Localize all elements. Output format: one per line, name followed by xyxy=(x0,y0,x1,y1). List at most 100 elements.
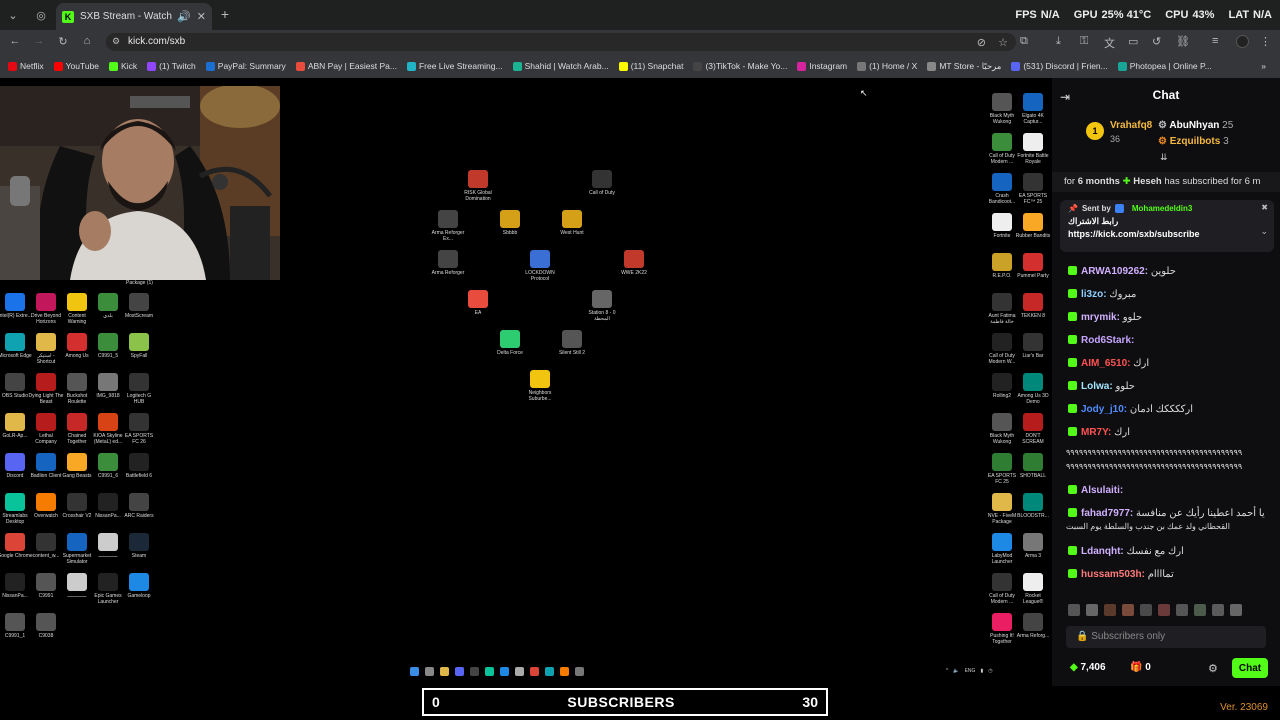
bookmark-item[interactable]: (1) Twitch xyxy=(147,61,196,71)
desktop-icon[interactable]: EA SPORTS FC 26 xyxy=(121,413,157,445)
desktop-icon[interactable]: EA xyxy=(460,290,496,316)
desktop-icon[interactable]: Call of Duty xyxy=(584,170,620,196)
bookmark-star-icon[interactable]: ☆ xyxy=(998,36,1008,49)
tray-chevron-icon[interactable]: ^ xyxy=(946,668,948,674)
desktop-icon[interactable]: SpyFall xyxy=(121,333,157,359)
emote-icon[interactable] xyxy=(1194,604,1206,616)
chat-username[interactable]: Alsulaiti: xyxy=(1081,485,1123,496)
more-bookmarks-icon[interactable]: » xyxy=(1261,61,1266,71)
app-icon[interactable] xyxy=(470,666,479,676)
expand-pinned-icon[interactable]: ⌄ xyxy=(1260,226,1268,237)
bookmark-item[interactable]: Free Live Streaming... xyxy=(406,61,503,71)
desktop-icon[interactable]: Sbbbb xyxy=(492,210,528,236)
app4-icon[interactable] xyxy=(560,666,569,676)
tray-volume-icon[interactable]: 🔈 xyxy=(953,668,959,674)
chat-username[interactable]: Lolwa: xyxy=(1081,381,1113,392)
bookmark-item[interactable]: Netflix xyxy=(8,61,44,71)
desktop-icon[interactable]: DON'T SCREAM xyxy=(1015,413,1051,445)
send-chat-button[interactable]: Chat xyxy=(1232,658,1268,678)
desktop-icon[interactable]: Steam xyxy=(121,533,157,559)
chat-username[interactable]: AIM_6510: xyxy=(1081,358,1130,369)
emote-icon[interactable] xyxy=(1068,604,1080,616)
forward-icon[interactable]: → xyxy=(32,35,46,47)
bookmark-item[interactable]: (1) Home / X xyxy=(857,61,917,71)
emote-icon[interactable] xyxy=(1212,604,1224,616)
emote-icon[interactable] xyxy=(1176,604,1188,616)
leaderboard-entry-2[interactable]: ⚙ AbuNhyan 25 xyxy=(1158,120,1233,131)
desktop-icon[interactable]: Pummel Party xyxy=(1015,253,1051,279)
bookmark-item[interactable]: YouTube xyxy=(53,61,99,71)
desktop-icon[interactable]: Liar's Bar xyxy=(1015,333,1051,359)
bookmark-item[interactable]: ABN Pay | Easiest Pa... xyxy=(295,61,397,71)
chat-username[interactable]: li3zo: xyxy=(1081,289,1107,300)
desktop-icon[interactable]: Delta Force xyxy=(492,330,528,356)
tab-list-icon[interactable]: ⌄ xyxy=(6,8,20,22)
chat-input[interactable]: 🔒 Subscribers only xyxy=(1066,626,1266,648)
emote-icon[interactable] xyxy=(1086,604,1098,616)
extensions-icon[interactable]: ⧉ xyxy=(1020,35,1028,48)
desktop-icon[interactable]: Neighbors Suburbe... xyxy=(522,370,558,402)
bookmark-item[interactable]: MT Store - مرحبًا xyxy=(927,61,1001,72)
chat-username[interactable]: ARWA109262: xyxy=(1081,266,1148,277)
desktop-icon[interactable]: TEKKEN 8 xyxy=(1015,293,1051,319)
link-icon[interactable]: ⛓ xyxy=(1176,35,1190,48)
site-info-icon[interactable]: ⚙ xyxy=(112,36,120,47)
desktop-icon[interactable]: Station 8 - 0 المحطة xyxy=(584,290,620,322)
desktop-icon[interactable]: Gameloop xyxy=(121,573,157,599)
leaderboard-entry-3[interactable]: ⚙ Ezquilbots 3 xyxy=(1158,136,1229,147)
eye-off-icon[interactable]: ⊘ xyxy=(977,36,986,49)
download-icon[interactable]: ⤓ xyxy=(1056,35,1061,48)
desktop-icon[interactable]: Battlefield 6 xyxy=(121,453,157,479)
edge-taskbar-icon[interactable] xyxy=(545,666,554,676)
desktop-icon[interactable]: Arma Reforger xyxy=(430,250,466,276)
chat-username[interactable]: Rod6Stark: xyxy=(1081,335,1134,346)
home-icon[interactable]: ⌂ xyxy=(80,35,94,47)
desktop-icon[interactable]: BLOODSTR... xyxy=(1015,493,1051,519)
desktop-icon[interactable]: Arma 3 xyxy=(1015,533,1051,559)
chat-username[interactable]: mrymik: xyxy=(1081,312,1120,323)
desktop-icon[interactable]: Rocket League® xyxy=(1015,573,1051,605)
bookmark-item[interactable]: PayPal: Summary xyxy=(205,61,286,71)
bookmark-item[interactable]: Instagram xyxy=(797,61,847,71)
bookmark-item[interactable]: (11) Snapchat xyxy=(618,61,683,71)
chat-username[interactable]: MR7Y: xyxy=(1081,427,1111,438)
reload-icon[interactable]: ↻ xyxy=(56,35,70,48)
new-tab-icon[interactable]: + xyxy=(218,6,232,22)
reading-list-icon[interactable]: ≡ xyxy=(1212,35,1218,47)
chat-username[interactable]: hussam503h: xyxy=(1081,569,1145,580)
close-tab-icon[interactable]: ✕ xyxy=(197,10,206,23)
expand-leaderboard-icon[interactable]: ⇊ xyxy=(1160,152,1168,163)
tab-active[interactable]: K SXB Stream - Watch Live on 🔊 ✕ xyxy=(56,3,212,30)
explorer-icon[interactable] xyxy=(440,666,449,676)
desktop-icon[interactable]: Silent Still 2 xyxy=(554,330,590,356)
app3-icon[interactable] xyxy=(515,666,524,676)
desktop-icon[interactable]: Fortnite Battle Royale xyxy=(1015,133,1051,165)
app2-icon[interactable] xyxy=(500,666,509,676)
translate-icon[interactable]: 文 xyxy=(1104,35,1115,51)
start-icon[interactable] xyxy=(410,666,419,676)
desktop-icon[interactable]: SHOTBALL xyxy=(1015,453,1051,479)
kicks-balance[interactable]: ◆ 7,406 xyxy=(1070,662,1106,673)
tray-clock-icon[interactable]: ◷ xyxy=(988,668,992,674)
bookmark-item[interactable]: Shahid | Watch Arab... xyxy=(512,61,609,71)
profile-avatar[interactable] xyxy=(1236,35,1249,48)
desktop-icon[interactable]: ARC Raiders xyxy=(121,493,157,519)
chat-username[interactable]: Ldanqht: xyxy=(1081,546,1124,557)
desktop-icon[interactable]: Rubber Bandits xyxy=(1015,213,1051,239)
history-icon[interactable]: ↺ xyxy=(1152,35,1161,48)
desktop-icon[interactable]: EA SPORTS FC™ 25 xyxy=(1015,173,1051,205)
emote-icon[interactable] xyxy=(1230,604,1242,616)
extension-icon[interactable]: ◎ xyxy=(34,8,48,22)
discord-taskbar-icon[interactable] xyxy=(455,666,464,676)
desktop-icon[interactable]: West Hunt xyxy=(554,210,590,236)
desktop-icon[interactable]: Elgato 4K Captur... xyxy=(1015,93,1051,125)
desktop-icon[interactable]: LOCKDOWN Protocol xyxy=(522,250,558,282)
desktop-icon[interactable]: Arma Reforg... xyxy=(1015,613,1051,639)
desktop-icon[interactable]: C9038 xyxy=(28,613,64,639)
gift-count[interactable]: 🎁 0 xyxy=(1130,662,1151,673)
tray-network-icon[interactable]: ▮ xyxy=(980,668,983,674)
desktop-icon[interactable]: WWE 2K22 xyxy=(616,250,652,276)
url-bar[interactable]: ⚙ kick.com/sxb ⊘ ☆ xyxy=(106,33,1016,51)
search-icon[interactable] xyxy=(425,666,434,676)
bookmark-item[interactable]: Photopea | Online P... xyxy=(1117,61,1212,71)
